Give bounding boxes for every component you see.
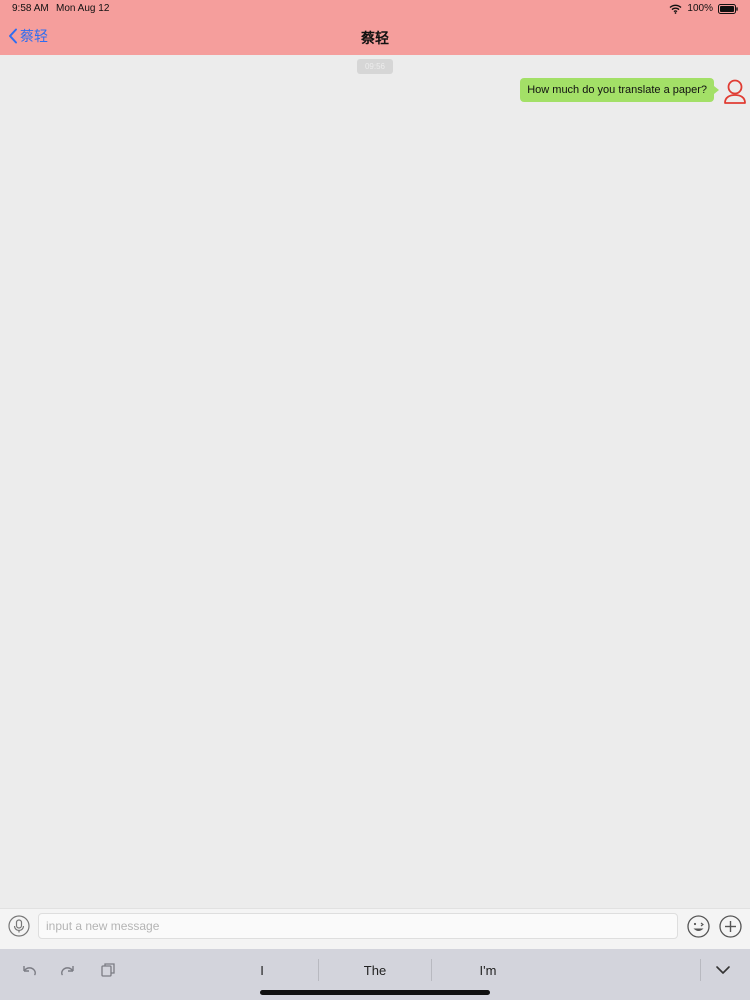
chat-title: 蔡轻 (361, 30, 389, 46)
emoji-icon[interactable] (687, 915, 710, 938)
battery-icon (718, 3, 738, 14)
suggestion-item[interactable]: I'm (438, 959, 538, 983)
keyboard-dismiss-divider (700, 959, 701, 981)
wifi-icon (669, 4, 682, 14)
message-input[interactable] (38, 913, 678, 939)
home-indicator[interactable] (260, 990, 490, 995)
message-input-bar (0, 908, 750, 949)
suggestion-divider (431, 959, 432, 981)
keyboard-dismiss-icon[interactable] (714, 961, 732, 979)
suggestion-item[interactable]: I (212, 959, 312, 983)
status-right: 100% (669, 3, 738, 14)
microphone-icon[interactable] (8, 915, 30, 937)
navigation-header: 9:58 AM Mon Aug 12 100% 蔡轻 蔡轻 (0, 0, 750, 55)
status-time: 9:58 AM (12, 3, 49, 14)
status-date: Mon Aug 12 (56, 3, 110, 14)
plus-circle-icon[interactable] (719, 915, 742, 938)
suggestion-divider (318, 959, 319, 981)
paste-icon[interactable] (99, 961, 117, 979)
redo-icon[interactable] (59, 961, 77, 979)
undo-icon[interactable] (20, 961, 38, 979)
user-avatar-icon[interactable] (722, 78, 748, 106)
sent-message-bubble[interactable]: How much do you translate a paper? (520, 78, 719, 102)
battery-percent: 100% (687, 3, 713, 14)
suggestion-item[interactable]: The (325, 959, 425, 983)
message-timestamp: 09:56 (357, 59, 393, 74)
